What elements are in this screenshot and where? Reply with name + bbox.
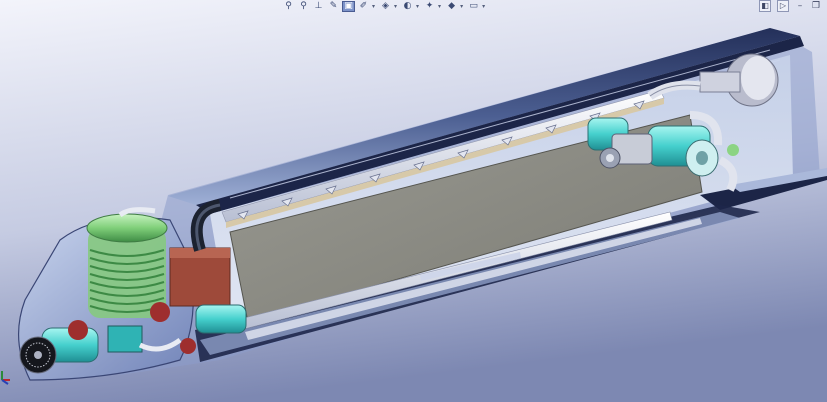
apply-scene-icon[interactable]: ✦	[423, 1, 436, 12]
zoom-area-icon[interactable]: ⚲	[297, 1, 310, 12]
monitor-icon[interactable]: ▭	[467, 1, 480, 12]
reference-triad-icon	[1, 371, 10, 385]
expand-panel-icon[interactable]: ▷	[777, 0, 789, 12]
display-style-icon[interactable]: ✐	[357, 1, 370, 12]
window-controls: ◧ ▷ – ❐	[759, 0, 821, 12]
chevron-down-icon[interactable]: ▾	[416, 3, 419, 10]
model-canvas[interactable]	[0, 0, 827, 402]
view-settings-icon[interactable]: ◆	[445, 1, 458, 12]
chevron-down-icon[interactable]: ▾	[394, 3, 397, 10]
section-view-icon[interactable]: ⊥	[312, 1, 325, 12]
restore-button[interactable]: ❐	[811, 1, 821, 11]
heads-up-view-toolbar: ⚲ ⚲ ⊥ ✎ ▣ ✐ ▾ ◈ ▾ ◐ ▾ ✦ ▾ ◆ ▾ ▭ ▾	[282, 0, 487, 12]
edit-appearance-icon[interactable]: ◐	[401, 1, 414, 12]
chevron-down-icon[interactable]: ▾	[460, 3, 463, 10]
model-viewport[interactable]	[0, 0, 827, 402]
minimize-button[interactable]: –	[795, 1, 805, 11]
hide-show-items-icon[interactable]: ◈	[379, 1, 392, 12]
chevron-down-icon[interactable]: ▾	[438, 3, 441, 10]
chevron-down-icon[interactable]: ▾	[482, 3, 485, 10]
chevron-down-icon[interactable]: ▾	[372, 3, 375, 10]
tile-window-icon[interactable]: ◧	[759, 0, 771, 12]
view-orientation-icon[interactable]: ▣	[342, 0, 355, 12]
magnifier-icon[interactable]: ⚲	[282, 1, 295, 12]
dynamic-annotation-icon[interactable]: ✎	[327, 1, 340, 12]
